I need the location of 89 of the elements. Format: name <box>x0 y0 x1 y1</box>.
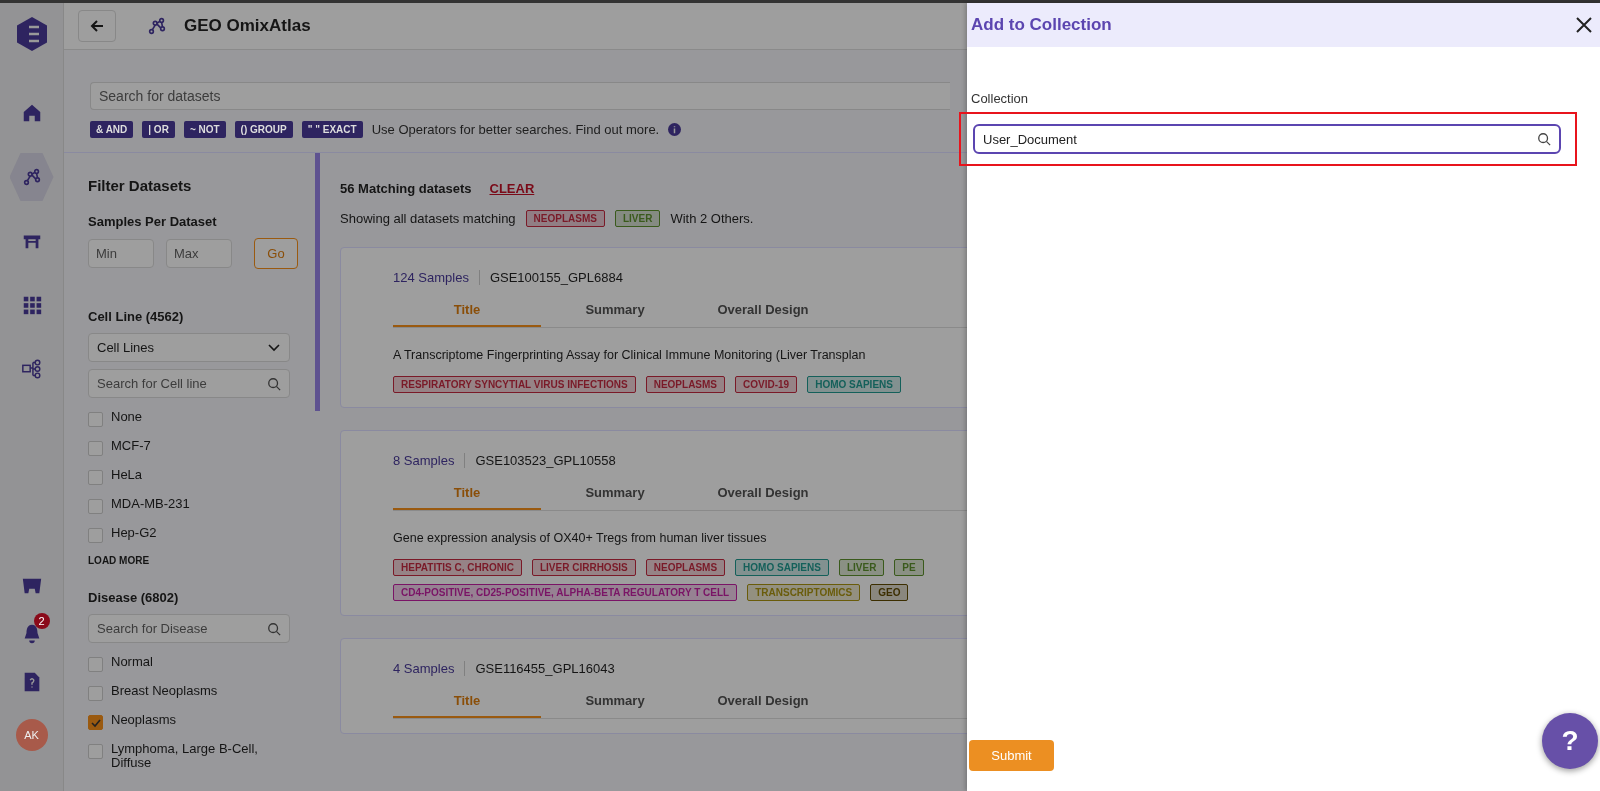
load-more-link[interactable]: LOAD MORE <box>88 555 150 566</box>
tag: LIVER <box>838 559 885 576</box>
max-field[interactable]: Max <box>166 239 232 268</box>
tag: LIVER <box>614 210 661 227</box>
dataset-id: GSE116455_GPL16043 <box>475 661 615 676</box>
tag: PE <box>894 559 924 576</box>
search-field[interactable]: Search for Disease <box>88 614 290 643</box>
tab[interactable]: Title <box>393 301 541 327</box>
tab[interactable]: Title <box>393 484 541 510</box>
results-count: 56 Matching datasets <box>340 181 472 196</box>
operator-chip[interactable]: ~ NOT <box>183 121 226 138</box>
checkbox-label: MDA-MB-231 <box>111 497 191 511</box>
tab[interactable]: Overall Design <box>689 301 837 327</box>
checkbox[interactable] <box>88 441 103 456</box>
cell-line-dropdown[interactable]: Cell Lines <box>88 333 290 362</box>
dataset-title: A Transcriptome Fingerprinting Assay for Clinical Immune Monitoring (Liver Transplan <box>393 348 867 362</box>
submit-button[interactable]: Submit <box>969 740 1054 771</box>
checkbox-label: Normal <box>111 655 154 669</box>
filter-label: Disease (6802) <box>88 590 180 605</box>
dataset-title: Gene expression analysis of OX40+ Tregs from human liver tissues <box>393 531 768 545</box>
checkbox-label: Neoplasms <box>111 713 178 727</box>
samples-count: 124 Samples <box>393 270 480 285</box>
checkbox[interactable] <box>88 499 103 514</box>
search-icon <box>267 377 281 391</box>
search-field[interactable]: Search for datasets <box>90 82 950 110</box>
tab[interactable]: Summary <box>541 692 689 718</box>
tag: HOMO SAPIENS <box>735 559 829 576</box>
operator-chip[interactable]: " " EXACT <box>301 121 363 138</box>
checkbox-label: Hep-G2 <box>111 526 158 540</box>
dataset-id: GSE100155_GPL6884 <box>489 270 623 285</box>
checkbox-label: None <box>111 410 144 424</box>
tag: LIVER CIRRHOSIS <box>531 559 636 576</box>
checkbox[interactable] <box>88 744 103 759</box>
tab[interactable]: Overall Design <box>689 692 837 718</box>
search-icon <box>1537 132 1551 146</box>
network-icon <box>146 15 168 37</box>
drawer-title: Add to Collection <box>971 15 1112 35</box>
tag: NEOPLASMS <box>645 376 726 393</box>
samples-count: 8 Samples <box>393 453 466 468</box>
tab[interactable]: Summary <box>541 484 689 510</box>
checkbox[interactable] <box>88 715 103 730</box>
checkbox[interactable] <box>88 412 103 427</box>
tab[interactable]: Overall Design <box>689 484 837 510</box>
info-icon[interactable] <box>668 123 682 136</box>
user-avatar[interactable]: AK <box>15 719 48 751</box>
filter-label: Cell Line (4562) <box>88 309 185 324</box>
operators-hint: Use Operators for better searches. Find out more. <box>371 122 660 137</box>
search-icon <box>267 622 281 636</box>
hierarchy-icon <box>20 358 43 380</box>
tag: GEO <box>870 584 909 601</box>
notification-badge: 2 <box>33 613 50 629</box>
checkbox[interactable] <box>88 686 103 701</box>
collection-field[interactable]: User_Document <box>973 124 1561 154</box>
tab[interactable]: Summary <box>541 301 689 327</box>
tag: NEOPLASMS <box>645 559 726 576</box>
filter-title: Filter Datasets <box>88 177 193 194</box>
tab[interactable]: Title <box>393 692 541 718</box>
logo-icon <box>16 17 47 51</box>
tag: HOMO SAPIENS <box>807 376 901 393</box>
search-field[interactable]: Search for Cell line <box>88 369 290 398</box>
filter-label: Samples Per Dataset <box>88 214 218 229</box>
tag: RESPIRATORY SYNCYTIAL VIRUS INFECTIONS <box>393 376 636 393</box>
matching-text: Showing all datasets matching <box>340 211 516 226</box>
operator-chip[interactable]: () GROUP <box>234 121 293 138</box>
tag: NEOPLASMS <box>525 210 605 227</box>
checkbox-label: HeLa <box>111 468 144 482</box>
checkbox-label: Lymphoma, Large B-Cell, Diffuse <box>111 742 259 770</box>
go-button[interactable]: Go <box>254 238 298 269</box>
tag: CD4-POSITIVE, CD25-POSITIVE, ALPHA-BETA REGULATORY T CELL <box>393 584 738 601</box>
arrow-left-icon <box>89 18 105 34</box>
close-icon[interactable] <box>1574 15 1594 35</box>
field-label: Collection <box>971 91 1030 106</box>
min-field[interactable]: Min <box>88 239 154 268</box>
operator-chip[interactable]: | OR <box>142 121 175 138</box>
checkbox[interactable] <box>88 657 103 672</box>
others-text: With 2 Others. <box>670 211 754 226</box>
dataset-id: GSE103523_GPL10558 <box>475 453 616 468</box>
clear-link[interactable]: CLEAR <box>489 181 535 196</box>
checkbox-label: Breast Neoplasms <box>111 684 219 698</box>
tag: TRANSCRIPTOMICS <box>747 584 861 601</box>
back-button[interactable] <box>78 10 116 42</box>
page-title: GEO OmixAtlas <box>184 16 311 36</box>
operator-chip[interactable]: & AND <box>90 121 134 138</box>
tag: COVID-19 <box>735 376 798 393</box>
checkbox-label: MCF-7 <box>111 439 152 453</box>
samples-count: 4 Samples <box>393 661 466 676</box>
tag: HEPATITIS C, CHRONIC <box>393 559 522 576</box>
checkbox[interactable] <box>88 470 103 485</box>
checkbox[interactable] <box>88 528 103 543</box>
